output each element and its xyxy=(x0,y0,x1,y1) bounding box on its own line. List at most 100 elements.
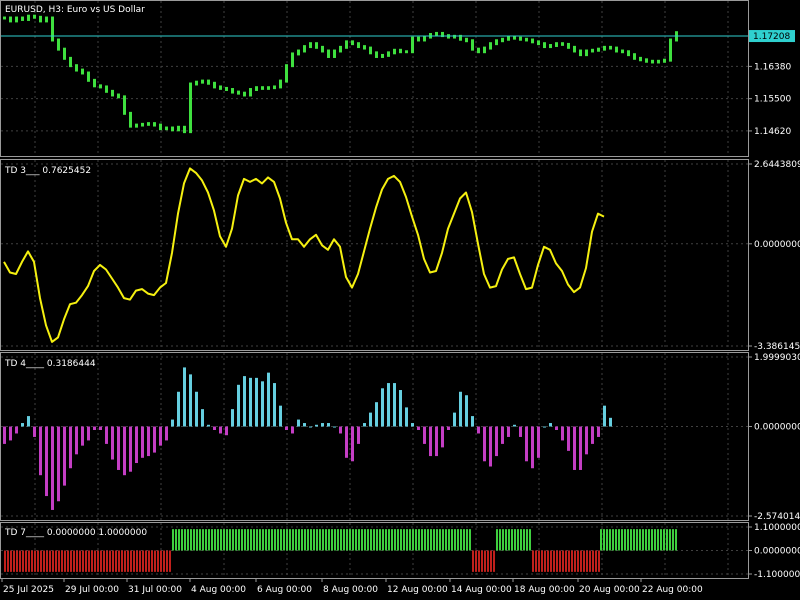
td7-bar xyxy=(298,529,300,551)
td7-bar xyxy=(325,529,327,551)
price-candle xyxy=(345,40,348,49)
td4-bar xyxy=(27,416,30,427)
td7-bar xyxy=(13,550,15,572)
td7-bar xyxy=(666,529,668,551)
td7-bar xyxy=(574,550,576,572)
td4-bar xyxy=(369,412,372,427)
td4-bar xyxy=(111,426,114,460)
td4-bar xyxy=(255,377,258,427)
td7-bar xyxy=(184,529,186,551)
td4-bar xyxy=(525,426,528,462)
price-candle xyxy=(321,45,324,53)
price-candle xyxy=(531,38,534,44)
td7-bar xyxy=(169,550,171,572)
x-tick-label: 18 Aug 00:00 xyxy=(514,585,575,595)
price-candle xyxy=(525,37,528,42)
td7-bar xyxy=(451,529,453,551)
price-candle xyxy=(273,85,276,90)
terminal-chart[interactable]: 1.17208 1.16380 1.15500 1.14620 2.6443809 0.… xyxy=(0,0,800,600)
price-candle xyxy=(105,85,108,93)
td7-bar xyxy=(454,529,456,551)
td4-bar xyxy=(603,405,606,427)
td7-bar xyxy=(67,550,69,572)
price-candle xyxy=(369,46,372,55)
price-candle xyxy=(657,59,660,64)
x-tick-label: 8 Aug 00:00 xyxy=(323,585,378,595)
price-candle xyxy=(39,15,42,23)
price-candle xyxy=(93,78,96,88)
td4-bar xyxy=(609,417,612,427)
td4-bar xyxy=(237,384,240,427)
td4-bar xyxy=(375,402,378,427)
td7-bar xyxy=(544,550,546,572)
td7-bar xyxy=(232,529,234,551)
price-candle xyxy=(663,58,666,63)
td7-bar xyxy=(511,529,513,551)
price-candle xyxy=(207,79,210,85)
price-panel[interactable] xyxy=(0,0,749,157)
td7-bar xyxy=(247,529,249,551)
td4-bar xyxy=(279,405,282,427)
td7-bar xyxy=(103,550,105,572)
td7-bar xyxy=(550,550,552,572)
td7-bar xyxy=(559,550,561,572)
td4-bar xyxy=(291,426,294,434)
td4-bar xyxy=(195,391,198,427)
td7-bar xyxy=(250,529,252,551)
td7-bar xyxy=(606,529,608,551)
td7-panel-title: TD 7____ 0.0000000 1.0000000 xyxy=(4,528,147,538)
td7-bar xyxy=(589,550,591,572)
td7-bar xyxy=(19,550,21,572)
td7-bar xyxy=(49,550,51,572)
td4-bar xyxy=(495,426,498,457)
td7-bar xyxy=(46,550,48,572)
price-candle xyxy=(27,14,30,21)
price-candle xyxy=(387,51,390,57)
x-tick-label: 14 Aug 00:00 xyxy=(451,585,512,595)
td4-bar xyxy=(429,426,432,457)
y-tick-label: 0.0000000 xyxy=(754,240,800,250)
y-tick-label: 1.14620 xyxy=(754,127,791,137)
price-candle xyxy=(21,16,24,21)
current-price-label: 1.17208 xyxy=(753,32,790,42)
td4-bar xyxy=(345,426,348,458)
td7-bar xyxy=(31,550,33,572)
td7-bar xyxy=(466,529,468,551)
td7-bar xyxy=(196,529,198,551)
td7-bar xyxy=(187,529,189,551)
price-candle xyxy=(231,88,234,94)
td7-bar xyxy=(199,529,201,551)
td7-bar xyxy=(412,529,414,551)
td7-bar xyxy=(172,529,174,551)
price-candle xyxy=(417,36,420,42)
td7-bar xyxy=(490,550,492,572)
td4-bar xyxy=(3,426,6,444)
td7-bar xyxy=(514,529,516,551)
td7-bar xyxy=(618,529,620,551)
price-candle xyxy=(243,91,246,97)
td4-bar xyxy=(489,426,492,467)
price-candle xyxy=(159,123,162,131)
td7-bar xyxy=(115,550,117,572)
td3-panel[interactable] xyxy=(0,159,749,351)
td7-bar xyxy=(301,529,303,551)
td7-bar xyxy=(130,550,132,572)
td4-bar xyxy=(171,419,174,427)
td7-bar xyxy=(52,550,54,572)
td4-bar xyxy=(483,426,486,462)
td7-bar xyxy=(663,529,665,551)
td4-bar xyxy=(81,426,84,446)
td7-bar xyxy=(621,529,623,551)
price-candle xyxy=(45,16,48,23)
td7-bar xyxy=(526,529,528,551)
td7-bar xyxy=(307,529,309,551)
td4-bar xyxy=(423,426,426,444)
td4-bar xyxy=(123,426,126,476)
price-candle xyxy=(567,42,570,49)
td4-bar xyxy=(597,426,600,437)
price-candle xyxy=(87,71,90,82)
price-candle xyxy=(171,126,174,132)
td7-bar xyxy=(615,529,617,551)
td4-bar xyxy=(129,426,132,472)
td7-bar xyxy=(220,529,222,551)
